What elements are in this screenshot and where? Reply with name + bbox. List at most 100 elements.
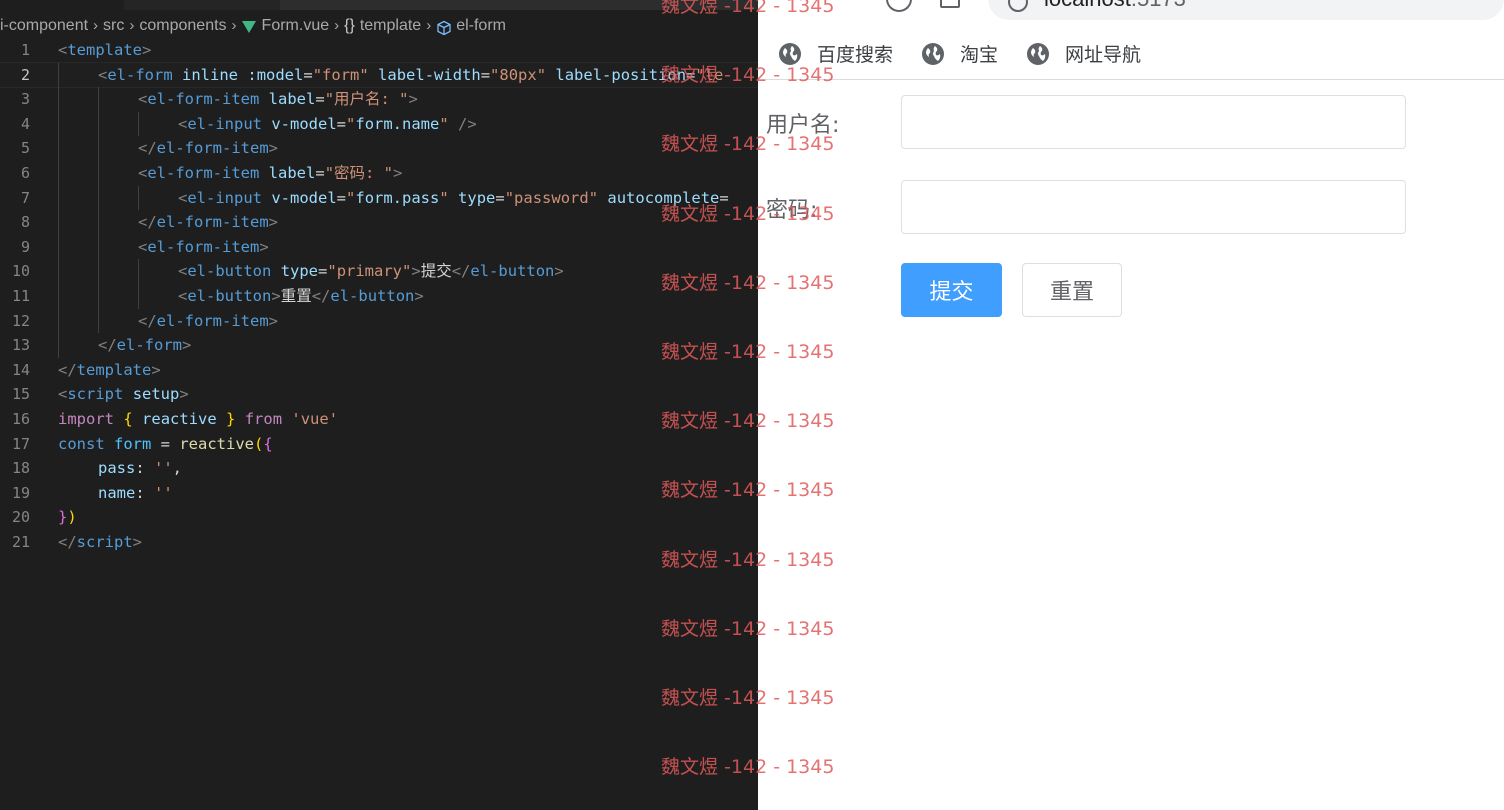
code-token: = <box>315 90 325 109</box>
code-token: import <box>58 409 114 428</box>
code-line[interactable]: 16 import { reactive } from 'vue' <box>0 407 758 432</box>
reload-icon[interactable] <box>886 0 912 12</box>
url-field[interactable]: localhost:5173 <box>988 0 1504 20</box>
line-number: 10 <box>11 262 30 281</box>
code-line[interactable]: 17 const form = reactive({ <box>0 432 758 457</box>
code-token: < <box>138 90 148 109</box>
code-line[interactable]: 21 </script> <box>0 530 758 555</box>
code-line[interactable]: 18 pass: '', <box>0 456 758 481</box>
code-text: const form = reactive({ <box>58 432 273 457</box>
code-token: : <box>135 459 154 478</box>
code-token: el-form-item <box>147 237 260 256</box>
submit-button[interactable]: 提交 <box>901 263 1002 317</box>
breadcrumb-src[interactable]: src <box>103 13 124 39</box>
code-token: </ <box>451 262 471 281</box>
code-line[interactable]: 5 </el-form-item> <box>0 136 758 161</box>
code-token: template <box>67 41 142 59</box>
indent-guide <box>98 234 99 260</box>
code-token: > <box>132 532 143 551</box>
code-text: name: '' <box>98 481 173 506</box>
username-input[interactable] <box>901 95 1406 149</box>
vue-file-icon <box>241 21 256 33</box>
code-token: label-position <box>555 65 687 84</box>
code-line[interactable]: 11 <el-button>重置</el-button> <box>0 283 758 309</box>
editor-tab-strip[interactable] <box>0 0 758 10</box>
code-line[interactable]: 8 </el-form-item> <box>0 210 758 235</box>
breadcrumb-template[interactable]: template <box>360 13 421 39</box>
code-token: </ <box>58 532 77 551</box>
code-area[interactable]: 1 <template> 2 <el-form inline :model="form… <box>0 38 758 554</box>
code-token: inline <box>182 65 239 84</box>
code-line[interactable]: 1 <template> <box>0 38 758 63</box>
bookmark-taobao[interactable]: 淘宝 <box>921 40 998 67</box>
indent-guide <box>138 185 139 211</box>
code-line[interactable]: 7 <el-input v-model="form.pass" type="pas… <box>0 185 758 211</box>
code-line[interactable]: 3 <el-form-item label="用户名: "> <box>0 87 758 112</box>
code-token: "80px" <box>490 65 547 84</box>
form-item-actions: 提交 重置 <box>758 263 1504 319</box>
home-icon[interactable] <box>940 0 960 8</box>
site-info-icon[interactable] <box>1008 0 1028 12</box>
code-line[interactable]: 12 </el-form-item> <box>0 308 758 334</box>
code-token: template <box>76 360 152 379</box>
code-line[interactable]: 20}) <box>0 505 758 530</box>
code-token: = <box>480 65 491 84</box>
code-token: < <box>178 286 188 305</box>
code-line[interactable]: 4 <el-input v-model="form.name" /> <box>0 111 758 137</box>
code-text: </el-form-item> <box>138 210 278 235</box>
code-token: 提交 <box>420 262 452 281</box>
code-token: > <box>268 213 278 232</box>
code-token: } <box>226 409 236 428</box>
code-token: > <box>259 237 269 256</box>
code-line[interactable]: 9 <el-form-item> <box>0 234 758 260</box>
password-input[interactable] <box>901 180 1406 234</box>
code-line[interactable]: 19 name: '' <box>0 481 758 506</box>
indent-guide <box>58 87 59 112</box>
indent-guide <box>98 283 99 309</box>
code-token: '' <box>154 483 173 502</box>
code-token: ) <box>67 508 77 527</box>
breadcrumb-components[interactable]: components <box>139 13 226 39</box>
code-line[interactable]: 10 <el-button type="primary">提交</el-butto… <box>0 259 758 284</box>
code-token: el-form-item <box>156 139 269 158</box>
breadcrumb-project[interactable]: i-component <box>0 13 88 39</box>
code-token: "form" <box>312 65 369 84</box>
code-text: <el-input v-model="form.name" /> <box>178 112 477 137</box>
indent-guide <box>138 283 139 309</box>
code-line[interactable]: 14 </template> <box>0 358 758 383</box>
editor-tab-active[interactable] <box>0 0 124 10</box>
code-token: = <box>151 434 180 453</box>
code-line[interactable]: 15 <script setup> <box>0 382 758 407</box>
code-token: > <box>554 262 564 281</box>
code-token: </ <box>138 311 157 330</box>
code-line[interactable]: 6 <el-form-item label="密码: "> <box>0 160 758 186</box>
code-token: = <box>315 163 325 182</box>
code-token: el-button <box>470 262 555 281</box>
code-token: </ <box>138 139 157 158</box>
editor-tab[interactable] <box>280 0 758 10</box>
code-token: type <box>458 188 496 207</box>
code-token: < <box>58 385 68 404</box>
line-number: 9 <box>20 237 30 256</box>
line-number: 16 <box>11 409 30 428</box>
code-line[interactable]: 2 <el-form inline :model="form" label-wid… <box>0 61 758 89</box>
breadcrumb-el-form[interactable]: el-form <box>456 13 506 39</box>
indent-guide <box>58 283 59 309</box>
indent-guide <box>98 308 99 334</box>
code-line[interactable]: 13 </el-form> <box>0 333 758 358</box>
indent-guide <box>98 259 99 284</box>
breadcrumb-file[interactable]: Form.vue <box>262 13 330 39</box>
code-text: <template> <box>58 38 151 63</box>
bookmark-baidu[interactable]: 百度搜索 <box>778 40 893 67</box>
line-number: 8 <box>20 213 30 232</box>
code-token: "le <box>695 65 724 84</box>
code-editor[interactable]: i-component › src › components › Form.vu… <box>0 0 758 810</box>
reset-button[interactable]: 重置 <box>1022 263 1122 317</box>
code-token: > <box>182 336 192 355</box>
bookmark-nav[interactable]: 网址导航 <box>1026 40 1141 67</box>
